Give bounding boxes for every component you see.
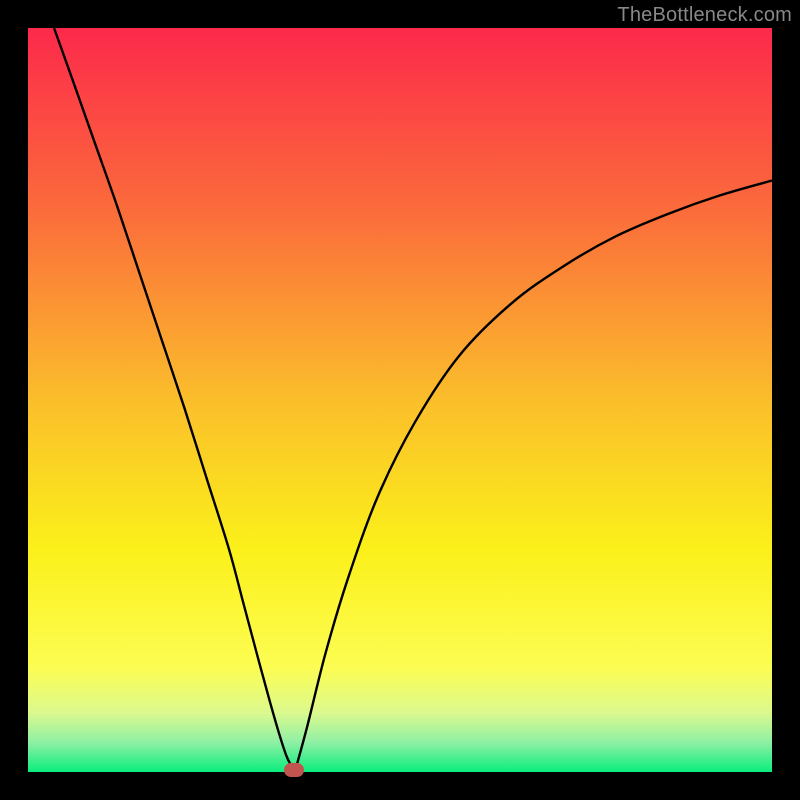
watermark-text: TheBottleneck.com xyxy=(617,4,792,27)
optimal-point-marker xyxy=(284,763,304,777)
chart-frame xyxy=(28,28,772,772)
gradient-plot-area xyxy=(28,28,772,772)
